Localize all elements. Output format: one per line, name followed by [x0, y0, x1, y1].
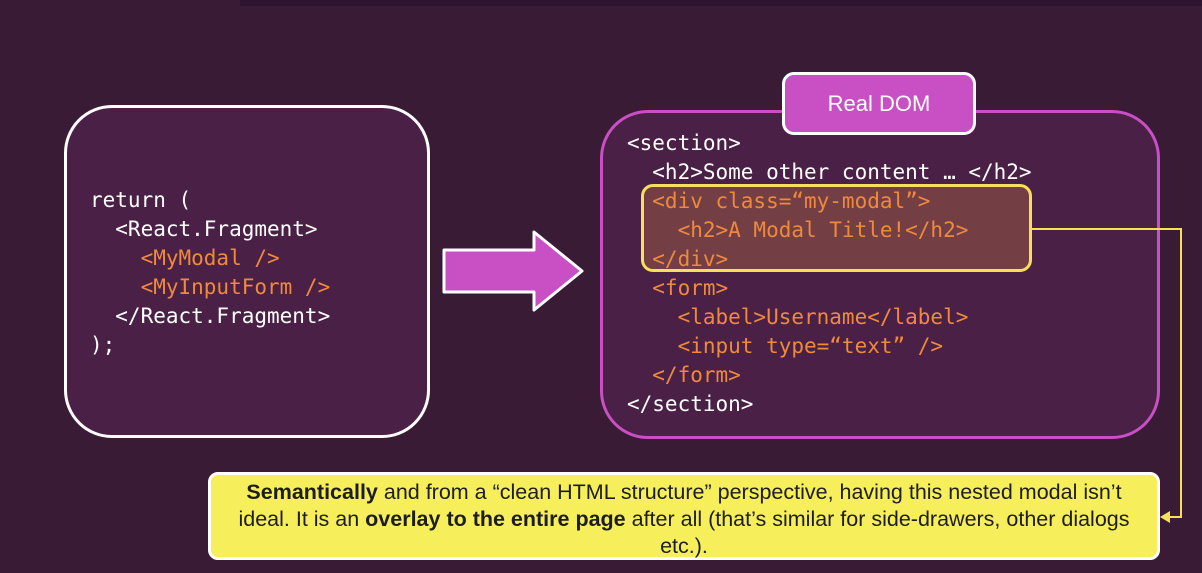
dom-line-8: <input type=“text” /> [627, 334, 944, 358]
dom-line-7: <label>Username</label> [627, 305, 969, 329]
code-line-2: <React.Fragment> [90, 217, 318, 241]
code-line-3: <MyModal /> [90, 246, 280, 270]
dom-line-10: </section> [627, 392, 754, 416]
code-line-1: return ( [90, 188, 192, 212]
top-bar [240, 0, 1202, 6]
dom-line-9: </form> [627, 363, 741, 387]
callout-bold-1: Semantically [246, 480, 378, 504]
code-line-4: <MyInputForm /> [90, 275, 331, 299]
code-line-5: </React.Fragment> [90, 304, 331, 328]
dom-line-3: <div class=“my-modal”> [627, 189, 931, 213]
jsx-code-block: return ( <React.Fragment> <MyModal /> <M… [90, 186, 330, 360]
dom-line-4: <h2>A Modal Title!</h2> [627, 218, 969, 242]
dom-code-block: <section> <h2>Some other content … </h2>… [627, 129, 1032, 419]
dom-line-2: <h2>Some other content … </h2> [627, 160, 1032, 184]
right-arrow-icon [442, 230, 584, 312]
explanation-callout: Semantically and from a “clean HTML stru… [208, 472, 1160, 560]
real-dom-badge: Real DOM [782, 72, 976, 135]
dom-line-5: </div> [627, 247, 729, 271]
callout-bold-2: overlay to the entire page [365, 507, 626, 531]
callout-text-2: after all (that’s similar for side-drawe… [625, 507, 1130, 558]
dom-line-1: <section> [627, 131, 741, 155]
dom-line-6: <form> [627, 276, 729, 300]
code-line-6: ); [90, 333, 116, 357]
